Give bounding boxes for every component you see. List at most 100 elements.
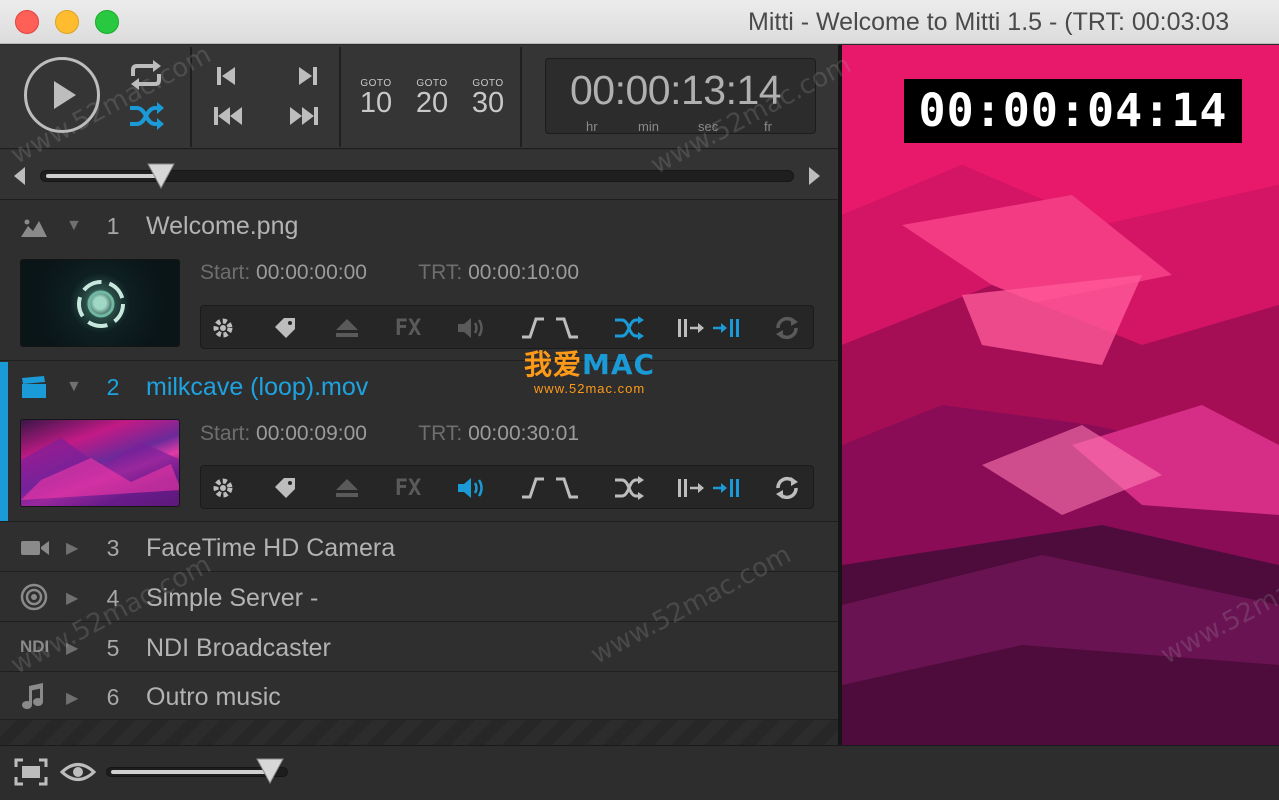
settings-gear-icon[interactable] bbox=[209, 315, 237, 341]
timecode-unit: fr bbox=[764, 119, 772, 134]
watermark-mac: MAC bbox=[582, 348, 656, 381]
tag-icon[interactable] bbox=[271, 315, 299, 341]
eye-icon[interactable] bbox=[60, 761, 96, 783]
fx-label: FX bbox=[394, 475, 422, 501]
shuffle-icon[interactable] bbox=[128, 102, 164, 130]
tag-icon[interactable] bbox=[271, 475, 299, 501]
previous-cue-icon[interactable] bbox=[215, 65, 237, 87]
timecode-unit: min bbox=[638, 119, 659, 134]
ndi-icon: NDI bbox=[20, 637, 50, 656]
fade-in-out-icon[interactable] bbox=[519, 475, 581, 501]
image-icon bbox=[21, 219, 47, 237]
cue-number: 6 bbox=[106, 684, 120, 710]
start-label: Start: bbox=[200, 422, 251, 445]
preview-frame bbox=[842, 45, 1279, 745]
play-button[interactable] bbox=[24, 57, 100, 133]
timecode-unit: hr bbox=[586, 119, 598, 134]
cue-row[interactable]: ▶ 6 Outro music bbox=[0, 673, 838, 720]
preview-timecode-overlay: 00:00:04:14 bbox=[904, 79, 1242, 143]
music-note-icon bbox=[22, 683, 43, 709]
cue-row-active[interactable]: ▼ 2 milkcave (loop).mov Start: 00:00:09:… bbox=[0, 362, 838, 522]
watermark-cn: 我爱 bbox=[524, 349, 583, 380]
video-clapper-icon bbox=[22, 376, 46, 398]
goto-30-button[interactable]: GOTO 30 bbox=[468, 78, 508, 118]
opacity-slider-handle[interactable] bbox=[256, 758, 284, 784]
collapse-arrow-icon[interactable]: ▼ bbox=[66, 378, 82, 396]
milkcave-preview bbox=[21, 438, 179, 506]
separator bbox=[520, 47, 522, 147]
eject-icon[interactable] bbox=[333, 315, 361, 341]
server-icon bbox=[20, 583, 48, 611]
cue-name[interactable]: Outro music bbox=[146, 683, 281, 712]
pause-at-end-icon[interactable] bbox=[677, 475, 741, 501]
transition-icon[interactable] bbox=[613, 475, 645, 501]
fx-button[interactable]: FX bbox=[391, 475, 425, 501]
cue-row[interactable]: ▶ 3 FaceTime HD Camera bbox=[0, 523, 838, 572]
settings-gear-icon[interactable] bbox=[209, 475, 237, 501]
cue-name[interactable]: NDI Broadcaster bbox=[146, 634, 331, 663]
zoom-window-button[interactable] bbox=[95, 10, 119, 34]
start-value: 00:00:00:00 bbox=[256, 261, 367, 284]
cue-row[interactable]: ▶ 4 Simple Server - bbox=[0, 573, 838, 622]
expand-arrow-icon[interactable]: ▶ bbox=[66, 538, 78, 558]
cue-number: 5 bbox=[106, 635, 120, 661]
cue-number: 2 bbox=[106, 374, 120, 400]
fx-button[interactable]: FX bbox=[391, 315, 425, 341]
loop-icon[interactable] bbox=[128, 60, 164, 90]
cue-name[interactable]: FaceTime HD Camera bbox=[146, 534, 395, 563]
cue-list-panel: GOTO 10 GOTO 20 GOTO 30 00:00:13:14 hr m… bbox=[0, 45, 840, 745]
next-cue-icon[interactable] bbox=[297, 65, 319, 87]
cue-thumbnail bbox=[20, 419, 180, 507]
cue-row[interactable]: ▼ 1 Welcome.png Start: 00:00:00:00 TRT: … bbox=[0, 201, 838, 361]
expand-arrow-icon[interactable]: ▶ bbox=[66, 638, 78, 658]
pause-at-end-icon[interactable] bbox=[677, 315, 741, 341]
eject-icon[interactable] bbox=[333, 475, 361, 501]
goto-20-button[interactable]: GOTO 20 bbox=[412, 78, 452, 119]
window-title: Mitti - Welcome to Mitti 1.5 - (TRT: 00:… bbox=[748, 8, 1230, 36]
start-label: Start: bbox=[200, 261, 251, 284]
close-window-button[interactable] bbox=[15, 10, 39, 34]
start-value: 00:00:09:00 bbox=[256, 422, 367, 445]
timecode-unit: sec bbox=[698, 119, 719, 134]
watermark-logo: 我爱MAC www.52mac.com bbox=[524, 343, 655, 396]
cue-name[interactable]: Simple Server - bbox=[146, 584, 318, 613]
fade-in-out-icon[interactable] bbox=[519, 315, 581, 341]
camera-icon bbox=[21, 541, 49, 555]
loop-cue-icon[interactable] bbox=[773, 315, 801, 341]
timecode-value: 00:00:13:14 bbox=[570, 67, 782, 113]
video-preview: 00:00:04:14 bbox=[842, 45, 1279, 745]
fullscreen-icon[interactable] bbox=[14, 758, 48, 786]
audio-icon[interactable] bbox=[455, 475, 487, 501]
cue-name[interactable]: milkcave (loop).mov bbox=[146, 373, 368, 402]
goto-value: 20 bbox=[415, 87, 449, 119]
transport-bar: GOTO 10 GOTO 20 GOTO 30 00:00:13:14 hr m… bbox=[0, 45, 838, 149]
minimize-window-button[interactable] bbox=[55, 10, 79, 34]
scrubber-handle[interactable] bbox=[147, 163, 175, 189]
separator bbox=[339, 47, 341, 147]
scrubber-bar bbox=[0, 150, 838, 200]
trt-value: 00:00:30:01 bbox=[468, 422, 580, 445]
scrub-right-arrow-icon[interactable] bbox=[808, 166, 822, 186]
opacity-slider-fill bbox=[111, 770, 271, 774]
expand-arrow-icon[interactable]: ▶ bbox=[66, 688, 78, 708]
cue-number: 1 bbox=[106, 213, 120, 239]
active-cue-indicator bbox=[0, 362, 8, 521]
expand-arrow-icon[interactable]: ▶ bbox=[66, 588, 78, 608]
cue-row[interactable]: NDI ▶ 5 NDI Broadcaster bbox=[0, 623, 838, 672]
goto-10-button[interactable]: GOTO 10 bbox=[356, 78, 396, 118]
cue-name[interactable]: Welcome.png bbox=[146, 212, 298, 241]
title-bar: Mitti - Welcome to Mitti 1.5 - (TRT: 00:… bbox=[0, 0, 1279, 44]
trt-label: TRT: bbox=[418, 261, 463, 284]
loop-cue-icon[interactable] bbox=[773, 475, 801, 501]
cue-number: 3 bbox=[106, 535, 120, 561]
fx-label: FX bbox=[394, 315, 422, 341]
audio-icon[interactable] bbox=[455, 315, 487, 341]
cue-thumbnail bbox=[20, 259, 180, 347]
scrub-left-arrow-icon[interactable] bbox=[12, 166, 26, 186]
watermark-url: www.52mac.com bbox=[533, 381, 646, 396]
fast-forward-to-end-icon[interactable] bbox=[289, 105, 319, 127]
transition-icon[interactable] bbox=[613, 315, 645, 341]
collapse-arrow-icon[interactable]: ▼ bbox=[66, 217, 82, 235]
trt-label: TRT: bbox=[418, 422, 463, 445]
rewind-to-start-icon[interactable] bbox=[213, 105, 243, 127]
